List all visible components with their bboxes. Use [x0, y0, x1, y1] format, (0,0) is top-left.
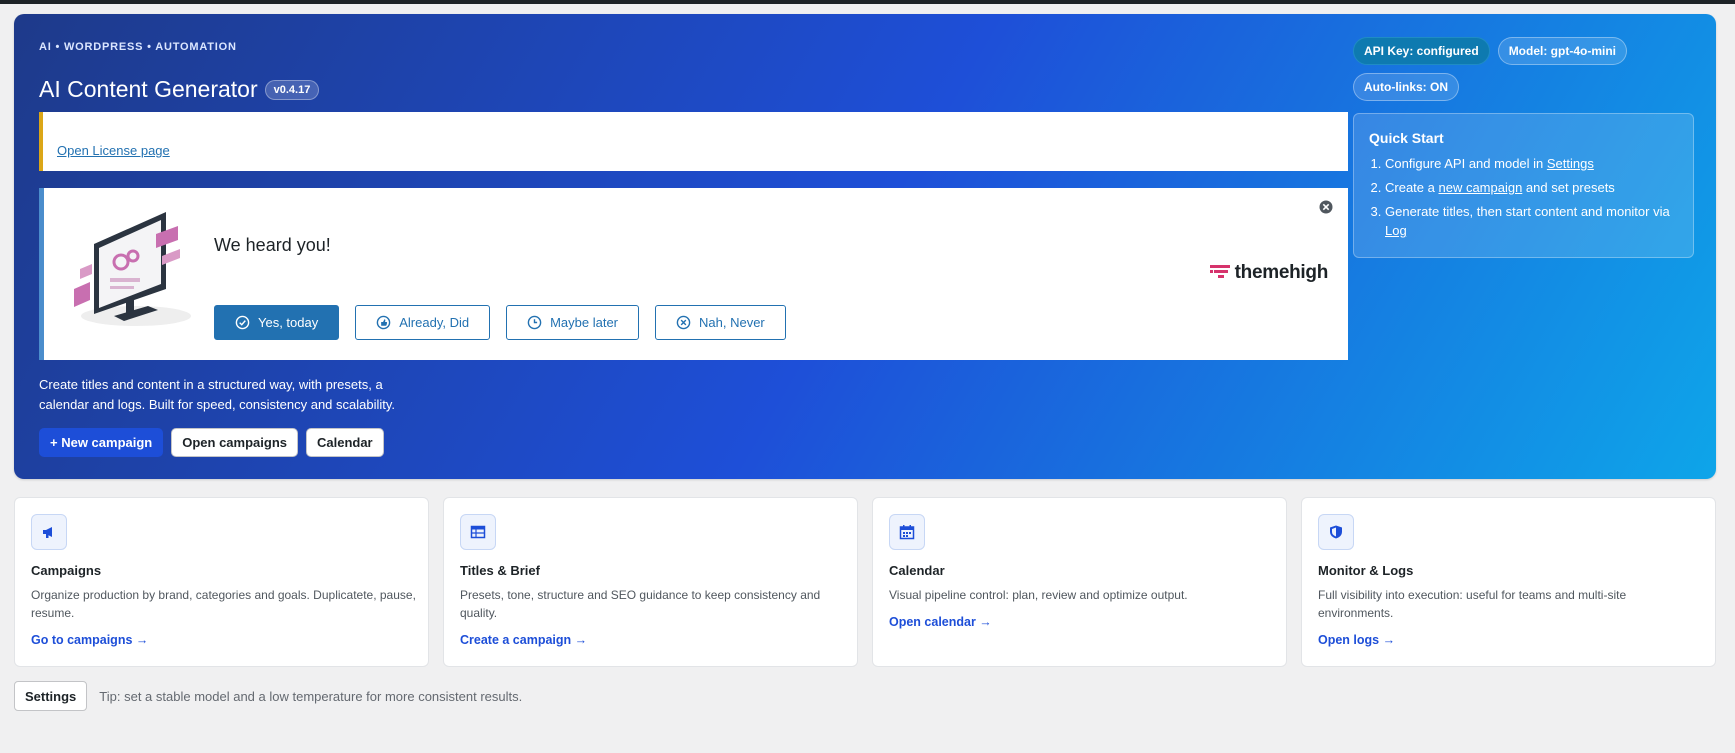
feature-cards: Campaigns Organize production by brand, …	[14, 497, 1716, 667]
yes-today-button[interactable]: Yes, today	[214, 305, 340, 340]
hero-panel: AI • WORDPRESS • AUTOMATION AI Content G…	[14, 14, 1716, 479]
notice-button-row: Yes, today Already, Did Maybe later Nah,…	[214, 305, 786, 340]
eyebrow-label: AI • WORDPRESS • AUTOMATION	[39, 41, 237, 53]
quick-start-step-1: Configure API and model in Settings	[1385, 154, 1685, 173]
card-campaigns: Campaigns Organize production by brand, …	[14, 497, 429, 667]
page-title: AI Content Generator	[39, 76, 258, 102]
card-title: Titles & Brief	[460, 563, 540, 578]
step-2-text: Create a	[1385, 180, 1439, 195]
check-circle-icon	[235, 315, 250, 330]
step-1-text: Configure API and model in	[1385, 156, 1547, 171]
table-icon	[460, 514, 496, 550]
card-title: Calendar	[889, 563, 945, 578]
step-3-text: Generate titles, then start content and …	[1385, 204, 1670, 219]
footer-bar: Settings Tip: set a stable model and a l…	[14, 681, 522, 711]
megaphone-icon	[31, 514, 67, 550]
quick-start-step-2: Create a new campaign and set presets	[1385, 178, 1685, 197]
api-key-badge: API Key: configured	[1353, 37, 1490, 65]
maybe-later-button[interactable]: Maybe later	[506, 305, 639, 340]
nah-never-label: Nah, Never	[699, 315, 765, 330]
admin-top-bar	[0, 0, 1735, 4]
open-license-link[interactable]: Open License page	[57, 143, 170, 158]
card-description: Organize production by brand, categories…	[31, 588, 416, 620]
calendar-button[interactable]: Calendar	[305, 428, 384, 457]
open-campaigns-button[interactable]: Open campaigns	[171, 428, 298, 457]
card-title: Monitor & Logs	[1318, 563, 1414, 578]
new-campaign-button[interactable]: + New campaign	[39, 428, 164, 457]
calendar-icon	[889, 514, 925, 550]
open-calendar-link[interactable]: Open calendar →	[889, 615, 992, 629]
create-campaign-link[interactable]: Create a campaign →	[460, 633, 587, 647]
model-badge: Model: gpt-4o-mini	[1497, 37, 1628, 65]
log-link[interactable]: Log	[1385, 223, 1407, 238]
card-calendar: Calendar Visual pipeline control: plan, …	[872, 497, 1287, 667]
quick-start-step-3: Generate titles, then start content and …	[1385, 202, 1685, 240]
new-campaign-link[interactable]: new campaign	[1438, 180, 1522, 195]
step-2-text-end: and set presets	[1522, 180, 1615, 195]
already-did-label: Already, Did	[399, 315, 470, 330]
yes-today-label: Yes, today	[258, 315, 319, 330]
title-row: AI Content Generator v0.4.17	[39, 76, 320, 103]
themehigh-logo: themehigh	[1209, 262, 1329, 284]
clock-icon	[527, 315, 542, 330]
notice-title: We heard you!	[214, 235, 331, 255]
already-did-button[interactable]: Already, Did	[355, 305, 491, 340]
thumbs-up-icon	[376, 315, 391, 330]
status-badges: API Key: configured Model: gpt-4o-mini A…	[1353, 37, 1633, 101]
close-icon[interactable]	[1319, 200, 1333, 214]
themehigh-mark-icon	[1209, 265, 1230, 278]
version-badge: v0.4.17	[264, 79, 320, 100]
hero-description: Create titles and content in a structure…	[39, 377, 396, 412]
card-description: Presets, tone, structure and SEO guidanc…	[460, 588, 821, 620]
settings-link[interactable]: Settings	[1547, 156, 1594, 171]
card-title: Campaigns	[31, 563, 102, 578]
x-circle-icon	[676, 315, 691, 330]
quick-start-title: Quick Start	[1369, 130, 1444, 146]
card-description: Visual pipeline control: plan, review an…	[889, 588, 1188, 602]
card-titles-brief: Titles & Brief Presets, tone, structure …	[443, 497, 858, 667]
auto-links-badge: Auto-links: ON	[1353, 73, 1459, 101]
open-logs-link[interactable]: Open logs →	[1318, 633, 1395, 647]
hero-cta-row: + New campaign Open campaigns Calendar	[39, 428, 384, 457]
card-description: Full visibility into execution: useful f…	[1318, 588, 1627, 620]
card-monitor-logs: Monitor & Logs Full visibility into exec…	[1301, 497, 1716, 667]
maybe-later-label: Maybe later	[550, 315, 618, 330]
go-to-campaigns-link[interactable]: Go to campaigns →	[31, 633, 148, 647]
license-notice: Open License page	[39, 112, 1348, 171]
monitor-illustration-icon	[74, 212, 191, 326]
tip-text: Tip: set a stable model and a low temper…	[99, 688, 523, 704]
brand-name: themehigh	[1234, 262, 1329, 283]
quick-start-panel: Quick Start Configure API and model in S…	[1353, 113, 1694, 258]
settings-button[interactable]: Settings	[14, 681, 88, 711]
shield-icon	[1318, 514, 1354, 550]
review-notice: We heard you! themehigh Yes, today Alrea…	[39, 188, 1348, 360]
nah-never-button[interactable]: Nah, Never	[655, 305, 786, 340]
quick-start-steps: Configure API and model in Settings Crea…	[1369, 154, 1685, 245]
